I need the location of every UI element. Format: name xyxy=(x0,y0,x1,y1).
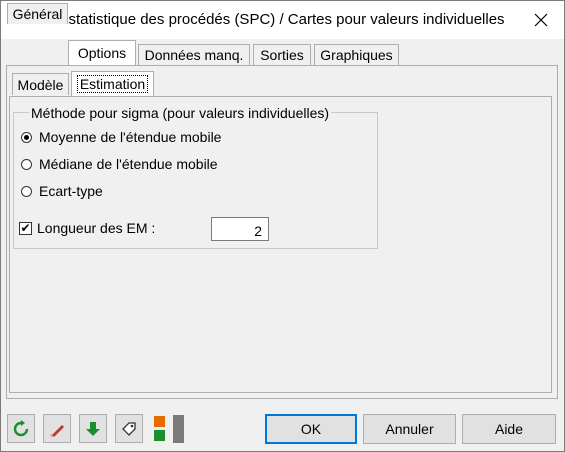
radio-label: Ecart-type xyxy=(39,183,103,199)
radio-label: Moyenne de l'étendue mobile xyxy=(39,129,222,145)
down-button[interactable] xyxy=(79,414,107,443)
ma-length-label: Longueur des EM : xyxy=(37,220,156,236)
window-title: Maîtrise statistique des procédés (SPC) … xyxy=(11,11,505,28)
eraser-icon xyxy=(50,424,64,437)
radio-moving-range-mean[interactable]: Moyenne de l'étendue mobile xyxy=(21,129,221,145)
ok-label: OK xyxy=(300,421,322,437)
tag-icon xyxy=(122,421,136,436)
radio-button[interactable] xyxy=(21,131,32,143)
close-button[interactable] xyxy=(518,1,564,39)
help-button[interactable]: Aide xyxy=(462,414,556,444)
ma-length-checkbox[interactable]: ✔ xyxy=(19,221,32,235)
sigma-method-legend: Méthode pour sigma (pour valeurs individ… xyxy=(29,105,332,121)
tab-general-label: Général xyxy=(12,6,63,22)
dialog-window: Maîtrise statistique des procédés (SPC) … xyxy=(0,0,565,452)
color-swatch-button[interactable] xyxy=(151,414,187,444)
download-icon xyxy=(86,421,100,436)
reset-button[interactable] xyxy=(7,414,35,443)
ok-button[interactable]: OK xyxy=(265,414,357,444)
radio-button[interactable] xyxy=(21,158,32,170)
tab-options-label: Options xyxy=(77,45,127,61)
tab-charts[interactable]: Graphiques xyxy=(314,44,399,65)
help-label: Aide xyxy=(494,421,524,437)
subtab-estimation-label: Estimation xyxy=(76,75,149,93)
radio-moving-range-median[interactable]: Médiane de l'étendue mobile xyxy=(21,156,218,172)
tab-missing-data[interactable]: Données manq. xyxy=(138,44,250,65)
tab-general[interactable]: Général xyxy=(7,3,68,24)
cancel-label: Annuler xyxy=(385,421,434,437)
tab-options[interactable]: Options xyxy=(68,40,136,65)
radio-button[interactable] xyxy=(21,185,32,197)
radio-standard-deviation[interactable]: Ecart-type xyxy=(21,183,103,199)
cancel-button[interactable]: Annuler xyxy=(363,414,456,444)
subtab-estimation[interactable]: Estimation xyxy=(71,71,154,96)
subtab-model[interactable]: Modèle xyxy=(12,73,69,95)
ma-length-input[interactable] xyxy=(211,217,269,241)
subtab-model-label: Modèle xyxy=(17,76,64,93)
close-icon xyxy=(534,13,548,27)
tag-button[interactable] xyxy=(115,414,143,443)
tab-outputs-label: Sorties xyxy=(260,47,304,63)
reset-icon xyxy=(13,419,29,436)
clear-button[interactable] xyxy=(43,414,71,443)
radio-label: Médiane de l'étendue mobile xyxy=(39,156,218,172)
ma-length-option[interactable]: ✔ Longueur des EM : xyxy=(19,220,155,236)
tab-charts-label: Graphiques xyxy=(320,47,393,63)
title-bar: Maîtrise statistique des procédés (SPC) … xyxy=(1,1,564,39)
tab-outputs[interactable]: Sorties xyxy=(253,44,311,65)
tab-missing-data-label: Données manq. xyxy=(144,47,244,63)
color-swatch-icon xyxy=(154,415,184,443)
